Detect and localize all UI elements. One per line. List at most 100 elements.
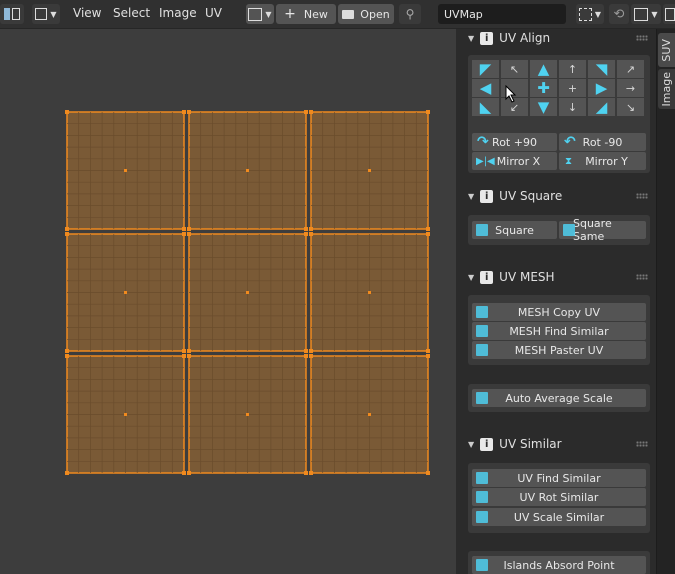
uv-island[interactable] — [65, 110, 186, 231]
uv-vertex[interactable] — [182, 349, 186, 353]
uv-vertex[interactable] — [182, 471, 186, 475]
uv-mesh-header[interactable]: ▼ i UV MESH — [460, 266, 654, 288]
mirror-x-button[interactable]: ▶|◀ Mirror X — [472, 152, 557, 170]
drag-grip-icon[interactable] — [636, 441, 648, 447]
arrow-right-icon[interactable]: → — [617, 79, 644, 97]
uv-vertex[interactable] — [304, 354, 308, 358]
uv-similar-header[interactable]: ▼ i UV Similar — [460, 433, 654, 455]
islands-absord-point-button[interactable]: Islands Absord Point — [472, 556, 646, 574]
uv-face-center-dot[interactable] — [124, 413, 127, 416]
menu-view[interactable]: View — [73, 6, 101, 20]
uv-island[interactable] — [65, 232, 186, 353]
uv-face-center-dot[interactable] — [368, 169, 371, 172]
uv-face-center-dot[interactable] — [368, 291, 371, 294]
auto-average-scale-button[interactable]: Auto Average Scale — [472, 389, 646, 407]
uv-vertex[interactable] — [309, 232, 313, 236]
uv-vertex[interactable] — [426, 354, 430, 358]
uv-grid[interactable] — [0, 29, 456, 574]
uv-face-center-dot[interactable] — [124, 169, 127, 172]
uv-vertex[interactable] — [426, 232, 430, 236]
menu-uv[interactable]: UV — [205, 6, 222, 20]
align-left-icon[interactable]: ◀ — [472, 79, 499, 97]
uv-vertex[interactable] — [309, 354, 313, 358]
uv-vertex[interactable] — [187, 349, 191, 353]
mesh-paste-uv-button[interactable]: MESH Paster UV — [472, 341, 646, 359]
square-same-button[interactable]: Square Same — [559, 217, 646, 243]
uv-vertex[interactable] — [187, 471, 191, 475]
align-right-icon[interactable]: ▶ — [588, 79, 615, 97]
arrow-up-right-icon[interactable]: ↗ — [617, 60, 644, 78]
arrow-up-left-icon[interactable]: ↖ — [501, 60, 528, 78]
uv-vertex[interactable] — [187, 227, 191, 231]
pivot-selector[interactable]: ▼ — [576, 4, 604, 24]
uv-vertex[interactable] — [187, 354, 191, 358]
uv-face-center-dot[interactable] — [246, 413, 249, 416]
drag-grip-icon[interactable] — [636, 274, 648, 280]
uv-vertex[interactable] — [426, 110, 430, 114]
rot-minus-90-button[interactable]: ↶ Rot -90 — [559, 133, 646, 151]
align-top-right-icon[interactable]: ◥ — [588, 60, 615, 78]
uv-vertex[interactable] — [187, 110, 191, 114]
uv-vertex[interactable] — [65, 110, 69, 114]
uv-island[interactable] — [187, 110, 308, 231]
align-top-left-icon[interactable]: ◤ — [472, 60, 499, 78]
align-bottom-left-icon[interactable]: ◣ — [472, 98, 499, 116]
uv-vertex[interactable] — [309, 471, 313, 475]
uv-vertex[interactable] — [65, 227, 69, 231]
open-image-button[interactable]: Open — [338, 4, 394, 24]
plus-icon[interactable]: + — [559, 79, 586, 97]
menu-image[interactable]: Image — [159, 6, 197, 20]
uv-island[interactable] — [309, 232, 430, 353]
snap-selector[interactable]: ▼ — [631, 4, 661, 24]
uv-vertex[interactable] — [304, 471, 308, 475]
uv-vertex[interactable] — [187, 232, 191, 236]
uv-island[interactable] — [187, 354, 308, 475]
mesh-find-similar-button[interactable]: MESH Find Similar — [472, 322, 646, 340]
uv-island[interactable] — [309, 354, 430, 475]
arrow-down-right-icon[interactable]: ↘ — [617, 98, 644, 116]
uv-scale-similar-button[interactable]: UV Scale Similar — [472, 508, 646, 526]
align-bottom-right-icon[interactable]: ◢ — [588, 98, 615, 116]
square-button[interactable]: Square — [472, 221, 557, 239]
uv-vertex[interactable] — [182, 110, 186, 114]
uv-face-center-dot[interactable] — [368, 413, 371, 416]
editor-type-button[interactable] — [0, 4, 24, 24]
menu-select[interactable]: Select — [113, 6, 150, 20]
uv-vertex[interactable] — [309, 349, 313, 353]
uv-face-center-dot[interactable] — [246, 169, 249, 172]
mesh-copy-uv-button[interactable]: MESH Copy UV — [472, 303, 646, 321]
uv-vertex[interactable] — [304, 232, 308, 236]
new-image-button[interactable]: + New — [276, 4, 336, 24]
uv-vertex[interactable] — [65, 471, 69, 475]
uv-align-header[interactable]: ▼ i UV Align — [460, 29, 654, 49]
uv-vertex[interactable] — [182, 227, 186, 231]
align-center-icon[interactable]: ✚ — [530, 79, 557, 97]
align-top-icon[interactable]: ▲ — [530, 60, 557, 78]
tab-suv[interactable]: SUV — [658, 33, 675, 67]
uv-vertex[interactable] — [182, 232, 186, 236]
uv-find-similar-button[interactable]: UV Find Similar — [472, 469, 646, 487]
uv-vertex[interactable] — [304, 110, 308, 114]
arrow-down-icon[interactable]: ↓ — [559, 98, 586, 116]
uv-square-header[interactable]: ▼ i UV Square — [460, 185, 654, 207]
drag-grip-icon[interactable] — [636, 193, 648, 199]
uv-vertex[interactable] — [65, 349, 69, 353]
uv-vertex[interactable] — [426, 227, 430, 231]
uv-island[interactable] — [187, 232, 308, 353]
uv-vertex[interactable] — [304, 349, 308, 353]
arrow-up-icon[interactable]: ↑ — [559, 60, 586, 78]
tab-image[interactable]: Image — [658, 69, 675, 109]
drag-grip-icon[interactable] — [636, 35, 648, 41]
uv-vertex[interactable] — [426, 349, 430, 353]
sync-selection-button[interactable]: ⟲ — [609, 4, 629, 24]
uv-island[interactable] — [309, 110, 430, 231]
overlay-button[interactable] — [663, 4, 675, 24]
uv-face-center-dot[interactable] — [246, 291, 249, 294]
uv-vertex[interactable] — [65, 232, 69, 236]
rot-plus-90-button[interactable]: ↷ Rot +90 — [472, 133, 557, 151]
mirror-y-button[interactable]: ⧗ Mirror Y — [559, 152, 646, 170]
uv-vertex[interactable] — [309, 227, 313, 231]
uv-vertex[interactable] — [182, 354, 186, 358]
image-browse-button[interactable]: ▼ — [246, 4, 274, 24]
mode-selector[interactable]: ▼ — [32, 4, 60, 24]
